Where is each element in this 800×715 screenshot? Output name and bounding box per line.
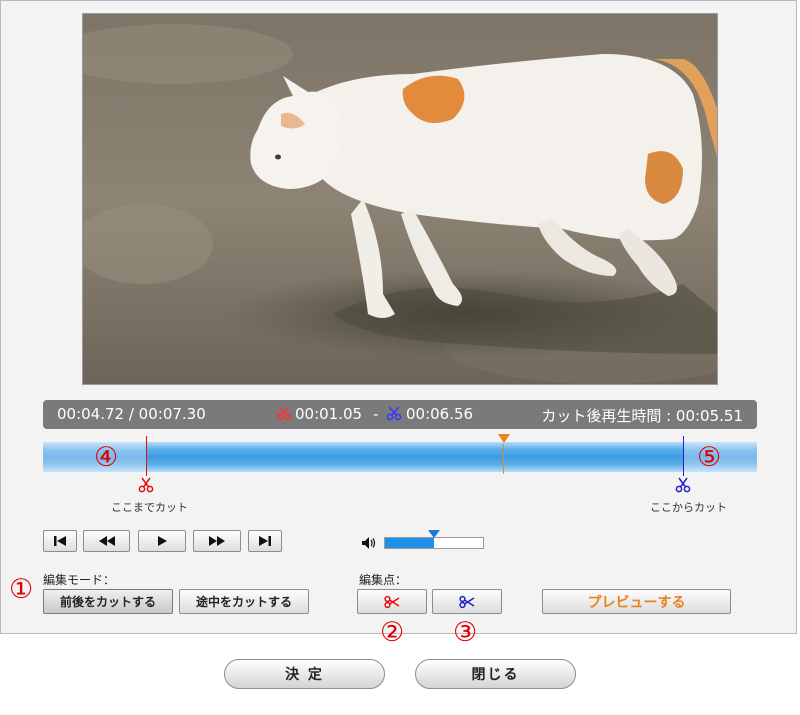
speaker-icon[interactable]: [361, 536, 377, 550]
kept-range: [146, 442, 684, 472]
edit-point-label: 編集点：: [359, 573, 408, 587]
timeline-track[interactable]: [43, 442, 757, 472]
volume-level-fill: [385, 538, 434, 548]
range-separator: -: [373, 405, 379, 423]
annotation-3: ③: [453, 617, 478, 648]
time-info-bar: 00:04.72 / 00:07.30 00:01.05 - 00:06.56 …: [43, 400, 757, 429]
blue-scissors-icon: [459, 595, 475, 608]
playhead-handle-icon[interactable]: [498, 434, 510, 444]
red-scissors-icon: [276, 406, 292, 421]
blue-scissors-icon: [386, 406, 402, 421]
annotation-5: ⑤: [697, 442, 722, 473]
cut-start-label: ここまでカット: [111, 501, 188, 514]
cut-start-marker[interactable]: [146, 436, 147, 476]
cut-end-marker[interactable]: [683, 436, 684, 476]
red-scissors-icon: [138, 477, 154, 493]
skip-to-end-icon: [259, 536, 271, 546]
playhead-line: [503, 444, 504, 474]
skip-to-start-icon: [54, 536, 66, 546]
rewind-button[interactable]: [83, 530, 130, 552]
cut-end-time: 00:06.56: [406, 405, 474, 423]
cut-end-label: ここからカット: [650, 501, 727, 514]
play-button[interactable]: [138, 530, 186, 552]
fast-forward-button[interactable]: [193, 530, 241, 552]
rewind-icon: [98, 536, 115, 546]
video-frame: [83, 14, 717, 384]
close-button[interactable]: 閉じる: [415, 659, 576, 689]
play-icon: [158, 536, 167, 546]
edit-mode-label: 編集モード：: [43, 573, 116, 587]
blue-scissors-icon: [675, 477, 691, 493]
cut-middle-button[interactable]: 途中をカットする: [179, 589, 309, 614]
fast-forward-icon: [209, 536, 225, 546]
skip-to-start-button[interactable]: [43, 530, 77, 552]
red-scissors-icon: [384, 595, 400, 608]
volume-thumb-icon[interactable]: [428, 530, 440, 539]
cut-start-time: 00:01.05: [295, 405, 363, 423]
annotation-1: ①: [9, 574, 34, 605]
cut-before-after-button[interactable]: 前後をカットする: [43, 589, 173, 614]
duration-after-cut: カット後再生時間 : 00:05.51: [541, 407, 743, 425]
ok-button[interactable]: 決 定: [224, 659, 385, 689]
annotation-4: ④: [94, 442, 119, 473]
annotation-2: ②: [380, 617, 405, 648]
set-cut-start-button[interactable]: [357, 589, 427, 614]
current-time: 00:04.72 / 00:07.30: [57, 405, 206, 423]
preview-button[interactable]: プレビューする: [542, 589, 731, 614]
skip-to-end-button[interactable]: [248, 530, 282, 552]
set-cut-end-button[interactable]: [432, 589, 502, 614]
video-preview[interactable]: [82, 13, 718, 385]
